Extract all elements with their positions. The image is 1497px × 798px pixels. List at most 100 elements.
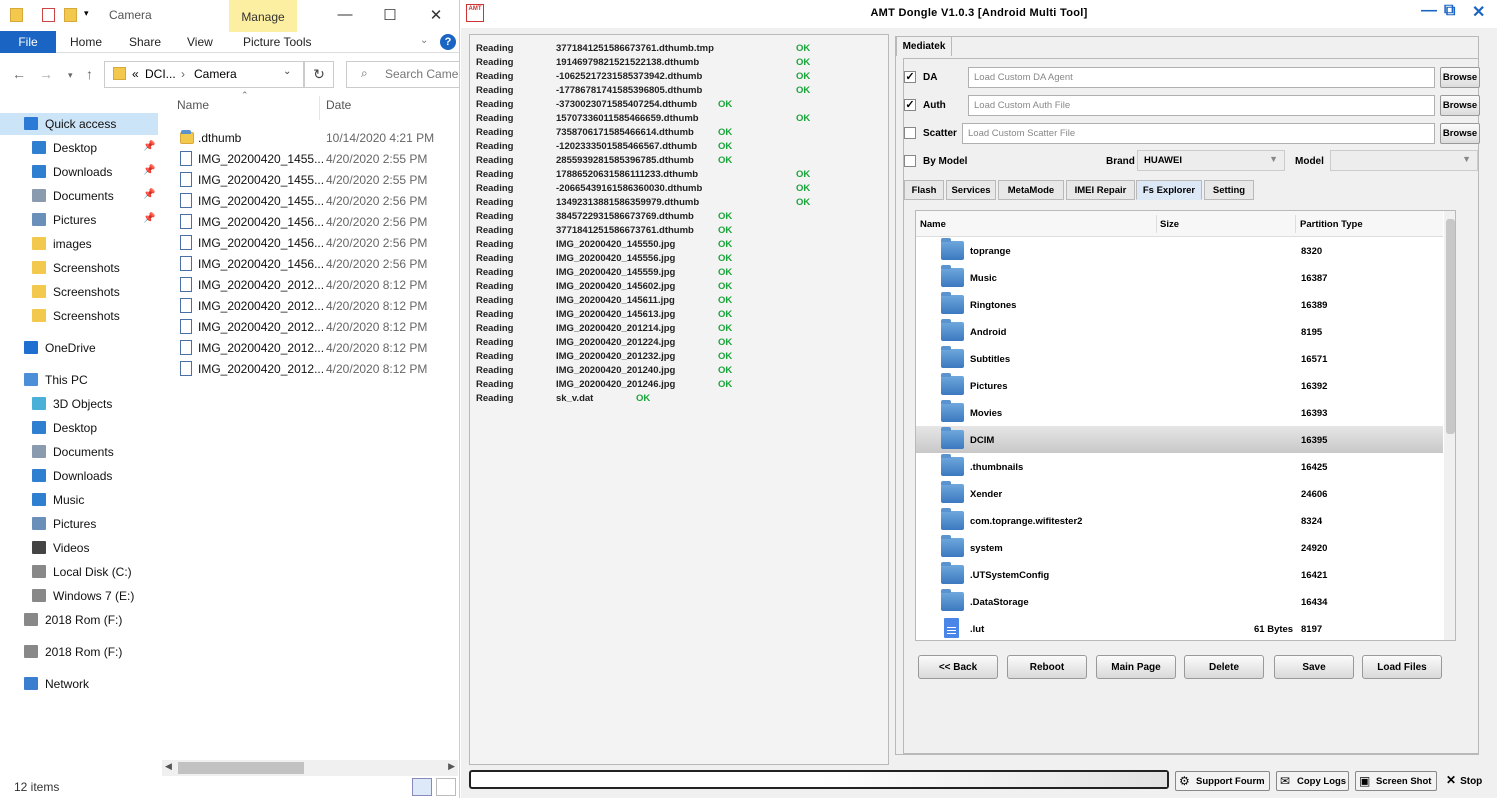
auth-file-field[interactable]: Load Custom Auth File <box>968 95 1435 116</box>
fs-column-name[interactable]: Name <box>920 219 946 230</box>
scrollbar-thumb[interactable] <box>178 762 304 774</box>
file-row[interactable]: IMG_20200420_2012... 4/20/2020 8:12 PM <box>172 274 458 295</box>
ribbon-expand-icon[interactable]: ⌄ <box>420 31 428 53</box>
file-row[interactable]: IMG_20200420_2012... 4/20/2020 8:12 PM <box>172 358 458 379</box>
nav-item[interactable]: Videos <box>0 537 158 559</box>
refresh-icon[interactable]: ↻ <box>304 61 334 88</box>
fs-row[interactable]: DCIM 16395 <box>916 426 1443 453</box>
address-bar[interactable]: « DCI... › Camera ⌄ <box>104 61 304 88</box>
scroll-left-icon[interactable]: ◀ <box>165 761 172 772</box>
pin-icon[interactable]: 📌 <box>143 165 155 176</box>
file-row[interactable]: IMG_20200420_2012... 4/20/2020 8:12 PM <box>172 337 458 358</box>
fs-column-size[interactable]: Size <box>1160 219 1179 230</box>
scroll-right-icon[interactable]: ▶ <box>448 761 455 772</box>
chevron-down-icon[interactable]: ▾ <box>84 8 89 19</box>
da-checkbox[interactable]: ✓ <box>904 71 916 83</box>
column-header-name[interactable]: Name <box>177 98 209 112</box>
nav-item[interactable]: Pictures 📌 <box>0 209 158 231</box>
nav-item[interactable]: Music <box>0 489 158 511</box>
tab-view[interactable]: View <box>187 31 213 53</box>
tab-mediatek[interactable]: Mediatek <box>896 36 952 56</box>
fs-row[interactable]: .UTSystemConfig 16421 <box>916 561 1443 588</box>
nav-item[interactable]: Quick access <box>0 113 158 135</box>
tab-setting[interactable]: Setting <box>1204 180 1254 200</box>
by-model-checkbox[interactable] <box>904 155 916 167</box>
nav-item[interactable]: Network <box>0 673 158 695</box>
fs-row[interactable]: Ringtones 16389 <box>916 291 1443 318</box>
search-input[interactable]: ⌕ Search Camera <box>346 61 459 88</box>
scatter-file-field[interactable]: Load Custom Scatter File <box>962 123 1435 144</box>
nav-item[interactable]: Downloads 📌 <box>0 161 158 183</box>
fs-row[interactable]: Movies 16393 <box>916 399 1443 426</box>
fs-row[interactable]: Android 8195 <box>916 318 1443 345</box>
fs-row[interactable]: Xender 24606 <box>916 480 1443 507</box>
recent-locations-icon[interactable]: ▾ <box>68 70 73 81</box>
nav-item[interactable]: This PC <box>0 369 158 391</box>
nav-item[interactable]: Downloads <box>0 465 158 487</box>
breadcrumb-dcim[interactable]: DCI... <box>145 67 176 81</box>
tab-services[interactable]: Services <box>946 180 996 200</box>
nav-item[interactable]: Windows 7 (E:) <box>0 585 158 607</box>
file-row[interactable]: IMG_20200420_1456... 4/20/2020 2:56 PM <box>172 211 458 232</box>
tab-file[interactable]: File <box>0 31 56 53</box>
delete-button[interactable]: Delete <box>1184 655 1264 679</box>
forward-arrow-icon[interactable]: → <box>39 66 53 82</box>
tab-imei-repair[interactable]: IMEI Repair <box>1066 180 1135 200</box>
fs-row[interactable]: Music 16387 <box>916 264 1443 291</box>
copy-logs-button[interactable]: ✉ Copy Logs <box>1276 771 1349 791</box>
fs-column-partition-type[interactable]: Partition Type <box>1300 219 1363 230</box>
help-icon[interactable]: ? <box>440 34 456 50</box>
file-row[interactable]: IMG_20200420_1455... 4/20/2020 2:55 PM <box>172 148 458 169</box>
minimize-icon[interactable]: — <box>335 6 355 23</box>
back-arrow-icon[interactable]: ← <box>12 66 26 82</box>
tab-picture-tools[interactable]: Picture Tools <box>243 31 311 53</box>
nav-item[interactable]: 2018 Rom (F:) <box>0 609 158 631</box>
pin-icon[interactable]: 📌 <box>143 213 155 224</box>
file-row[interactable]: IMG_20200420_1456... 4/20/2020 2:56 PM <box>172 253 458 274</box>
auth-checkbox[interactable]: ✓ <box>904 99 916 111</box>
file-row[interactable]: IMG_20200420_2012... 4/20/2020 8:12 PM <box>172 316 458 337</box>
fs-row[interactable]: Pictures 16392 <box>916 372 1443 399</box>
tab-metamode[interactable]: MetaMode <box>998 180 1064 200</box>
nav-item[interactable]: OneDrive <box>0 337 158 359</box>
back-button[interactable]: << Back <box>918 655 998 679</box>
file-row[interactable]: IMG_20200420_1455... 4/20/2020 2:55 PM <box>172 169 458 190</box>
support-forum-button[interactable]: ⚙ Support Fourm <box>1175 771 1270 791</box>
restore-icon[interactable]: ⧉ <box>1444 2 1455 20</box>
details-view-icon[interactable] <box>412 778 432 796</box>
tab-home[interactable]: Home <box>70 31 102 53</box>
nav-item[interactable]: 2018 Rom (F:) <box>0 641 158 663</box>
reboot-button[interactable]: Reboot <box>1007 655 1087 679</box>
fs-row[interactable]: .lut 61 Bytes 8197 <box>916 615 1443 640</box>
nav-item[interactable]: Screenshots <box>0 257 158 279</box>
fs-row[interactable]: Subtitles 16571 <box>916 345 1443 372</box>
fs-row[interactable]: com.toprange.wifitester2 8324 <box>916 507 1443 534</box>
fs-row[interactable]: .DataStorage 16434 <box>916 588 1443 615</box>
file-row[interactable]: IMG_20200420_2012... 4/20/2020 8:12 PM <box>172 295 458 316</box>
da-agent-field[interactable]: Load Custom DA Agent <box>968 67 1435 88</box>
nav-item[interactable]: Pictures <box>0 513 158 535</box>
close-icon[interactable]: ✕ <box>1472 2 1485 22</box>
nav-item[interactable]: Documents <box>0 441 158 463</box>
nav-item[interactable]: Screenshots <box>0 305 158 327</box>
main-page-button[interactable]: Main Page <box>1096 655 1176 679</box>
auth-browse-button[interactable]: Browse <box>1440 95 1480 116</box>
new-folder-icon[interactable] <box>64 8 77 22</box>
breadcrumb-camera[interactable]: Camera <box>194 67 237 81</box>
tab-share[interactable]: Share <box>129 31 161 53</box>
file-row[interactable]: IMG_20200420_1455... 4/20/2020 2:56 PM <box>172 190 458 211</box>
nav-item[interactable]: Local Disk (C:) <box>0 561 158 583</box>
pin-icon[interactable]: 📌 <box>143 189 155 200</box>
minimize-icon[interactable]: — <box>1421 2 1437 20</box>
close-icon[interactable]: ✕ <box>426 6 446 24</box>
load-files-button[interactable]: Load Files <box>1362 655 1442 679</box>
fs-row[interactable]: system 24920 <box>916 534 1443 561</box>
scrollbar-thumb[interactable] <box>1446 219 1455 434</box>
file-row[interactable]: .dthumb 10/14/2020 4:21 PM <box>172 127 458 148</box>
save-button[interactable]: Save <box>1274 655 1354 679</box>
nav-item[interactable]: Screenshots <box>0 281 158 303</box>
model-select[interactable]: ▼ <box>1330 150 1478 171</box>
maximize-icon[interactable]: ☐ <box>380 6 400 24</box>
fs-row[interactable]: .thumbnails 16425 <box>916 453 1443 480</box>
scatter-checkbox[interactable] <box>904 127 916 139</box>
